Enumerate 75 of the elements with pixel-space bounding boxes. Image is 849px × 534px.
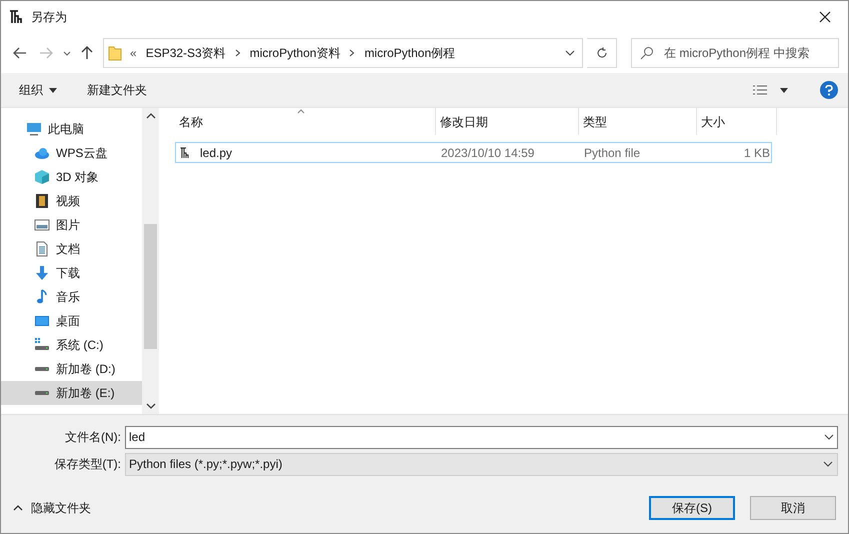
breadcrumb-overflow[interactable]: « — [130, 44, 137, 62]
dropdown-triangle-icon — [49, 88, 57, 92]
desktop-icon — [34, 313, 50, 329]
chevron-down-icon — [63, 50, 71, 56]
cancel-button[interactable]: 取消 — [750, 496, 836, 520]
filetype-label: 保存类型(T): — [53, 456, 122, 473]
navigation-item[interactable]: 文档 — [1, 237, 142, 261]
navigation-item[interactable]: 此电脑 — [1, 117, 142, 141]
chevron-right-icon — [349, 49, 356, 57]
drive-icon — [34, 366, 50, 372]
forward-arrow-icon — [39, 47, 53, 59]
filename-label: 文件名(N): — [64, 429, 122, 446]
film-icon — [34, 193, 50, 209]
computer-icon — [26, 121, 42, 137]
back-arrow-icon — [13, 47, 27, 59]
picture-icon — [34, 217, 50, 233]
close-icon — [819, 11, 831, 23]
navigation-item[interactable]: 下载 — [1, 261, 142, 285]
scroll-down-icon — [146, 403, 156, 409]
sort-ascending-icon — [297, 109, 305, 114]
chevron-right-icon — [234, 49, 241, 57]
scrollbar-thumb[interactable] — [144, 224, 157, 349]
filetype-dropdown[interactable]: Python files (*.py;*.pyw;*.pyi) — [125, 452, 838, 476]
dropdown-triangle-icon — [780, 88, 788, 92]
file-type: Python file — [583, 144, 642, 162]
breadcrumb[interactable]: microPython例程 — [364, 44, 456, 62]
navigation-item[interactable]: 桌面 — [1, 309, 142, 333]
navigation-item[interactable]: 新加卷 (E:) — [1, 381, 142, 405]
search-field[interactable]: 在 microPython例程 中搜索 — [631, 38, 839, 68]
navigation-item[interactable]: 音乐 — [1, 285, 142, 309]
question-mark-icon — [825, 84, 833, 96]
chevron-down-icon — [823, 461, 833, 467]
download-arrow-icon — [34, 265, 50, 281]
help-button[interactable] — [820, 81, 838, 99]
navigation-item[interactable]: 系统 (C:) — [1, 333, 142, 357]
new-folder-button[interactable]: 新建文件夹 — [79, 77, 155, 103]
navigation-item[interactable]: 新加卷 (D:) — [1, 357, 142, 381]
filetype-value: Python files (*.py;*.pyw;*.pyi) — [129, 456, 282, 473]
scrollbar[interactable] — [142, 108, 159, 414]
column-header[interactable]: 名称 — [175, 108, 436, 135]
refresh-button[interactable] — [587, 38, 617, 68]
column-header[interactable]: 大小 — [697, 108, 777, 135]
address-bar[interactable]: « ESP32-S3资料 microPython资料 microPython例程 — [103, 38, 583, 68]
cloud-icon — [34, 145, 50, 161]
chevron-up-icon — [13, 505, 23, 511]
details-view-icon — [752, 85, 768, 95]
window-title: 另存为 — [31, 9, 67, 26]
hide-folders-button[interactable]: 隐藏文件夹 — [13, 499, 91, 517]
cube-icon — [34, 169, 50, 185]
document-icon — [34, 241, 50, 257]
breadcrumb[interactable]: ESP32-S3资料 — [146, 44, 226, 62]
app-icon — [9, 10, 23, 24]
file-name: led.py — [200, 144, 232, 162]
system-drive-icon — [34, 337, 50, 353]
navigation-item[interactable]: 图片 — [1, 213, 142, 237]
column-header[interactable]: 类型 — [579, 108, 697, 135]
file-size: 1 KB — [742, 144, 770, 162]
column-header[interactable]: 修改日期 — [436, 108, 579, 135]
navigation-item[interactable]: WPS云盘 — [1, 141, 142, 165]
navigation-item[interactable]: 3D 对象 — [1, 165, 142, 189]
filename-field[interactable]: led — [125, 426, 838, 448]
file-row[interactable]: led.py 2023/10/10 14:59 Python file 1 KB — [175, 142, 772, 163]
navigation-item[interactable]: 视频 — [1, 189, 142, 213]
save-button[interactable]: 保存(S) — [649, 496, 735, 520]
up-arrow-icon — [81, 46, 93, 60]
search-icon — [640, 46, 654, 60]
refresh-icon — [596, 47, 608, 59]
chevron-down-icon — [824, 434, 834, 440]
scroll-up-icon — [146, 113, 156, 119]
organize-menu-button[interactable]: 组织 — [11, 77, 65, 103]
folder-icon — [108, 45, 122, 61]
breadcrumb[interactable]: microPython资料 — [250, 44, 340, 62]
chevron-down-icon — [565, 50, 575, 56]
modified-date: 2023/10/10 14:59 — [440, 144, 536, 162]
drive-icon — [34, 390, 50, 396]
